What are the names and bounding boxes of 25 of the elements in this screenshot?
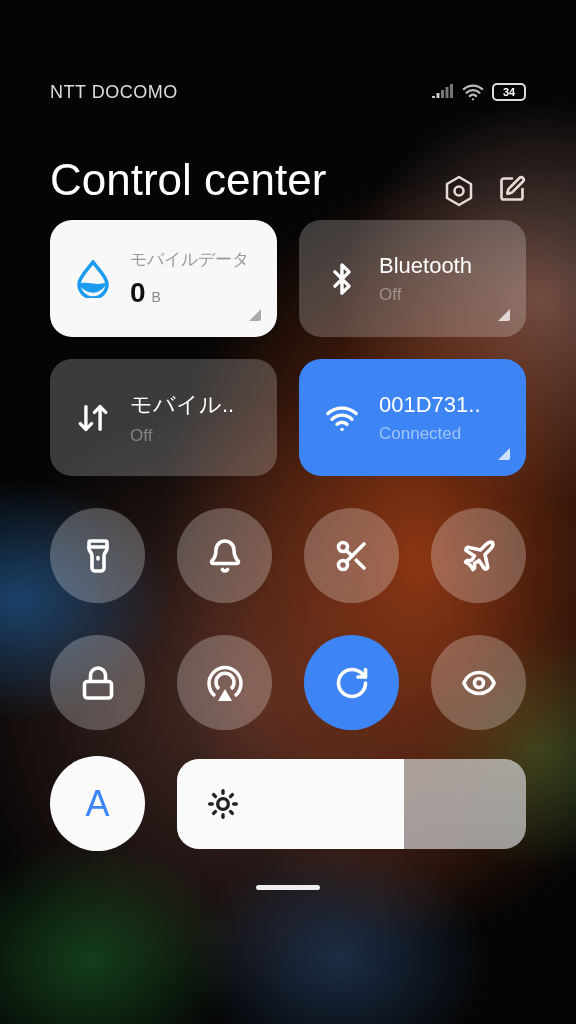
slider-fill[interactable] — [177, 758, 404, 849]
carrier-name: NTT DOCOMO — [50, 81, 178, 103]
corner-triangle-icon[interactable] — [498, 448, 510, 460]
water-drop-icon — [76, 259, 110, 298]
wifi-icon — [462, 81, 484, 103]
corner-triangle-icon[interactable] — [498, 309, 510, 321]
data-unit: B — [151, 289, 161, 305]
page-title: Control center — [50, 155, 327, 205]
data-value: 0 — [130, 277, 146, 309]
tile-status: Off — [130, 425, 154, 446]
sun-icon — [207, 787, 239, 820]
settings-button[interactable] — [444, 175, 474, 207]
tile-title: 001D731.. — [379, 391, 481, 418]
battery-icon: 34 — [492, 83, 526, 101]
tile-title: モバイル.. — [130, 390, 235, 419]
toggle-tile[interactable]: 001D731.. Connected — [299, 359, 526, 476]
tile-label: モバイルデータ — [130, 249, 249, 271]
tile-status: Off — [379, 284, 403, 305]
data-usage-tile[interactable]: モバイルデータ 0 B — [50, 220, 277, 337]
toggle-tile[interactable]: モバイル.. Off — [50, 359, 277, 476]
brightness-slider[interactable] — [177, 758, 526, 849]
tile-status: Connected — [379, 423, 463, 444]
tile-title: Bluetooth — [379, 252, 472, 279]
toggle-tile[interactable]: Bluetooth Off — [299, 220, 526, 337]
signal-icon — [432, 84, 454, 100]
